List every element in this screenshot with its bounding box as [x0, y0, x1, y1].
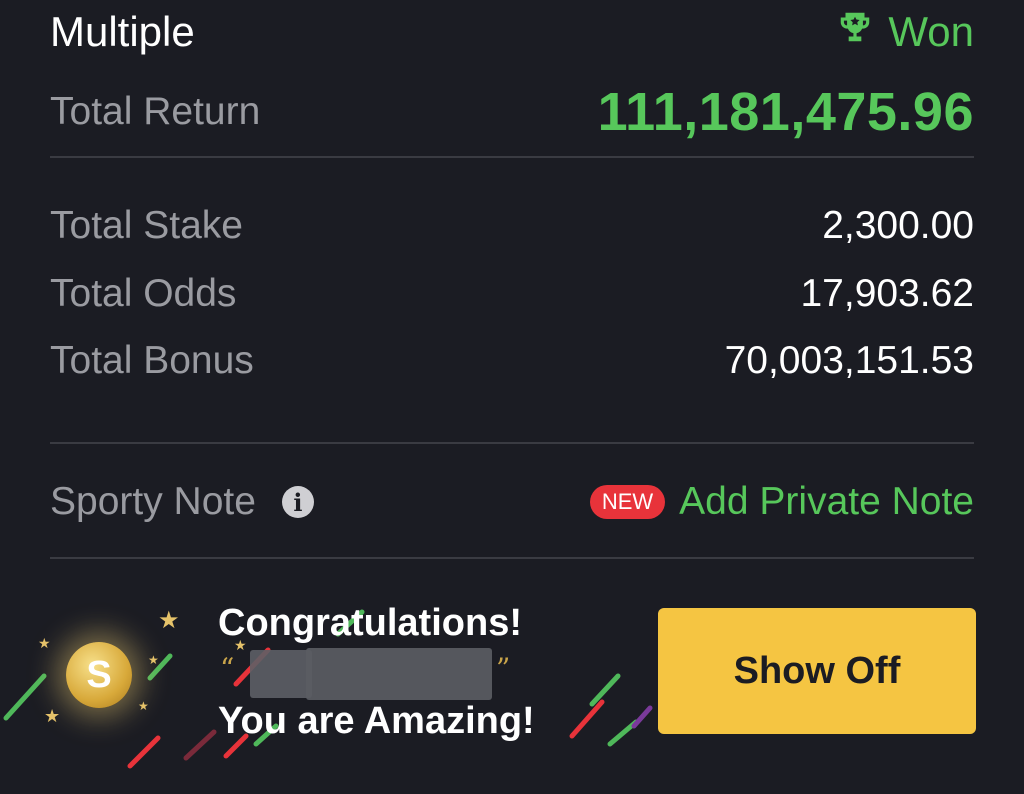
redacted-username: [250, 650, 312, 698]
divider: [50, 442, 974, 444]
congrats-banner: ★ ★ ★ ★ ★ ★ S Congratulations! “ ” You a…: [0, 560, 1024, 794]
total-odds-row: Total Odds 17,903.62: [50, 266, 974, 322]
total-stake-value: 2,300.00: [822, 204, 974, 247]
sporty-note-row: Sporty Note i NEW Add Private Note: [50, 474, 974, 530]
redacted-username: [306, 648, 492, 700]
info-icon[interactable]: i: [281, 486, 314, 518]
status-label: Won: [888, 8, 974, 55]
open-quote: “: [220, 652, 235, 685]
bet-header: Multiple Won: [50, 4, 974, 60]
sporty-note-label: Sporty Note: [50, 480, 256, 523]
total-return-value: 111,181,475.96: [597, 82, 974, 142]
total-odds-label: Total Odds: [50, 272, 237, 315]
total-return-row: Total Return 111,181,475.96: [50, 80, 974, 144]
total-stake-label: Total Stake: [50, 204, 243, 247]
divider: [50, 557, 974, 559]
coin-icon: S: [66, 642, 132, 708]
show-off-button[interactable]: Show Off: [658, 608, 976, 734]
svg-text:★: ★: [44, 706, 60, 727]
bet-status: Won: [836, 8, 974, 56]
total-bonus-label: Total Bonus: [50, 339, 254, 382]
total-bonus-value: 70,003,151.53: [724, 339, 974, 382]
svg-text:★: ★: [38, 636, 51, 652]
divider: [50, 156, 974, 158]
sporty-note: Sporty Note i: [50, 480, 314, 524]
congratulations-text: Congratulations!: [218, 602, 522, 644]
amazing-text: You are Amazing!: [218, 700, 535, 742]
svg-text:★: ★: [148, 653, 159, 667]
total-odds-value: 17,903.62: [800, 272, 974, 315]
new-badge: NEW: [589, 485, 666, 519]
svg-text:★: ★: [158, 606, 180, 634]
total-stake-row: Total Stake 2,300.00: [50, 198, 974, 254]
total-bonus-row: Total Bonus 70,003,151.53: [50, 333, 974, 389]
close-quote: ”: [496, 652, 511, 685]
total-return-label: Total Return: [50, 90, 261, 133]
svg-text:★: ★: [138, 699, 149, 713]
bet-type-title: Multiple: [50, 8, 195, 55]
add-private-note-label[interactable]: Add Private Note: [679, 480, 974, 524]
add-private-note-button[interactable]: NEW Add Private Note: [589, 480, 974, 524]
trophy-icon: [836, 8, 874, 56]
